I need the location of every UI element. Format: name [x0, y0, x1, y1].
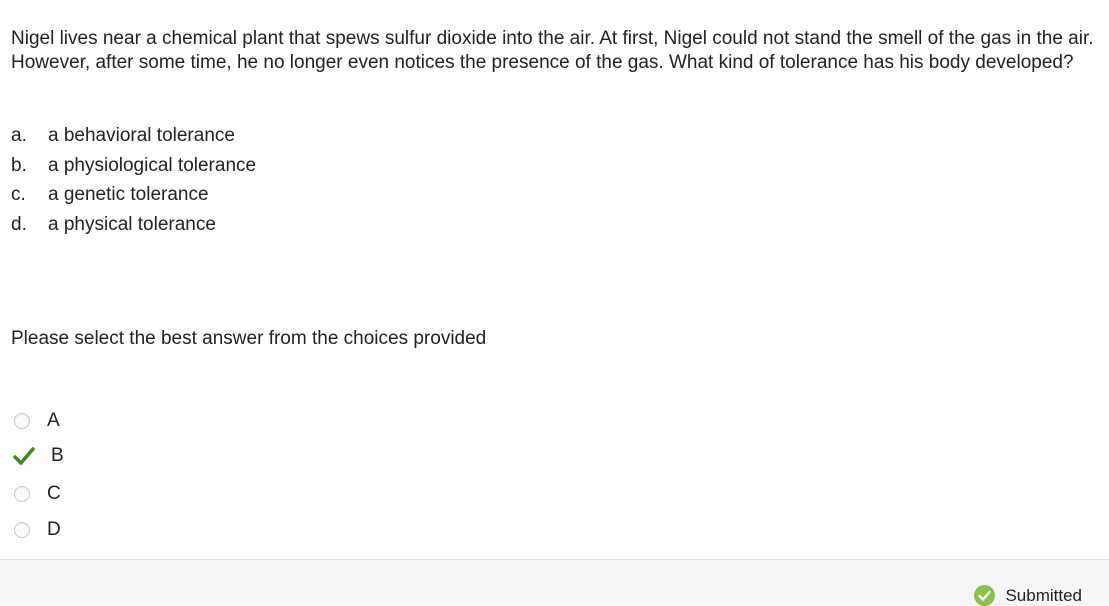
option-b[interactable]: B — [13, 444, 64, 468]
choice-letter: b. — [11, 154, 27, 176]
option-a[interactable]: A — [14, 410, 60, 432]
choice-d: d. a physical tolerance — [11, 210, 256, 240]
option-label: D — [47, 519, 61, 540]
option-label: B — [51, 445, 64, 466]
choice-a: a. a behavioral tolerance — [11, 121, 256, 151]
question-text: Nigel lives near a chemical plant that s… — [11, 28, 1094, 73]
option-d[interactable]: D — [14, 519, 61, 541]
radio-button[interactable] — [14, 413, 30, 429]
choice-text: a physical tolerance — [48, 213, 216, 235]
choice-letter: c. — [11, 184, 26, 206]
answer-choices: a. a behavioral tolerance b. a physiolog… — [11, 121, 256, 240]
option-label: A — [47, 410, 60, 431]
choice-text: a physiological tolerance — [48, 154, 257, 176]
status-text: Submitted — [1005, 585, 1082, 605]
choice-text: a behavioral tolerance — [48, 124, 235, 146]
choice-b: b. a physiological tolerance — [11, 151, 256, 181]
radio-button[interactable] — [14, 522, 30, 538]
choice-letter: a. — [11, 124, 27, 146]
instruction-text: Please select the best answer from the c… — [11, 328, 487, 349]
footer-bar: Submitted — [0, 559, 1109, 606]
choice-text: a genetic tolerance — [48, 184, 209, 206]
radio-button[interactable] — [14, 486, 30, 502]
choice-c: c. a genetic tolerance — [11, 180, 256, 210]
option-c[interactable]: C — [14, 483, 61, 505]
option-label: C — [47, 483, 61, 504]
checkmark-icon — [13, 447, 35, 465]
choice-letter: d. — [11, 213, 27, 235]
check-circle-icon — [974, 585, 996, 606]
submission-status: Submitted — [974, 585, 1082, 606]
